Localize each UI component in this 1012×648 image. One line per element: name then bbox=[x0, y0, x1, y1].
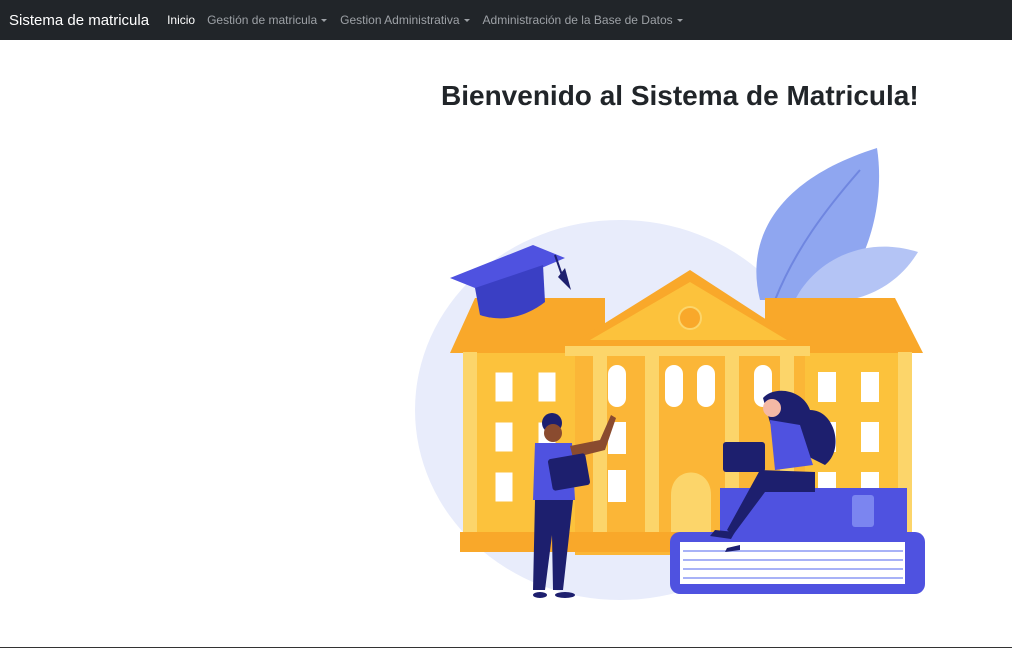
nav-item-label: Gestión de matricula bbox=[207, 13, 318, 27]
nav-item-label: Inicio bbox=[167, 13, 196, 27]
welcome-title: Bienvenido al Sistema de Matricula! bbox=[441, 80, 919, 111]
caret-down-icon bbox=[676, 18, 683, 22]
laptop-icon bbox=[723, 442, 765, 472]
navbar-brand[interactable]: Sistema de matricula bbox=[9, 12, 149, 29]
student-shoe bbox=[555, 592, 575, 598]
nav-item-label: Gestion Administrativa bbox=[340, 13, 460, 27]
portico-frieze bbox=[565, 346, 810, 356]
student-head bbox=[544, 424, 562, 442]
student-book bbox=[547, 453, 591, 491]
nav-item-administracion-bd[interactable]: Administración de la Base de Datos bbox=[483, 13, 683, 27]
building-door bbox=[671, 472, 711, 532]
column bbox=[645, 356, 659, 551]
student-head bbox=[763, 399, 781, 417]
nav-item-inicio[interactable]: Inicio bbox=[167, 13, 195, 27]
nav-item-gestion-matricula[interactable]: Gestión de matricula bbox=[207, 13, 328, 27]
caret-down-icon bbox=[321, 18, 328, 22]
student-shoe bbox=[533, 592, 547, 598]
caret-down-icon bbox=[463, 18, 470, 22]
nav-item-gestion-administrativa[interactable]: Gestion Administrativa bbox=[340, 13, 470, 27]
nav-item-label: Administración de la Base de Datos bbox=[482, 13, 673, 27]
pediment-emblem bbox=[678, 306, 702, 330]
book-label bbox=[852, 495, 874, 527]
column bbox=[593, 356, 607, 551]
university-illustration bbox=[415, 148, 925, 600]
top-navbar: Sistema de matricula Inicio Gestión de m… bbox=[0, 0, 1012, 40]
pillar bbox=[463, 352, 477, 552]
